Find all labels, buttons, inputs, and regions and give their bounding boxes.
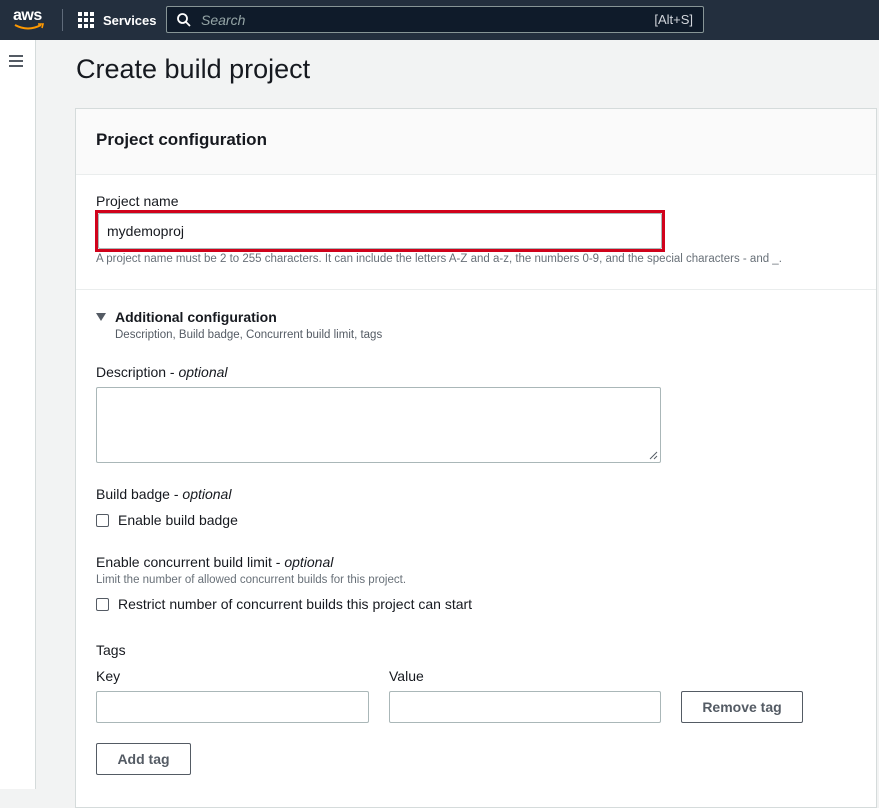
tags-label: Tags	[96, 642, 126, 658]
panel-title: Project configuration	[96, 130, 267, 149]
panel-header: Project configuration	[76, 109, 876, 175]
build-badge-label-text: Build badge -	[96, 486, 183, 502]
concurrent-build-label-text: Enable concurrent build limit -	[96, 554, 285, 570]
additional-configuration-title: Additional configuration	[115, 309, 277, 325]
build-badge-label: Build badge - optional	[96, 486, 231, 502]
description-label-text: Description -	[96, 364, 179, 380]
aws-logo[interactable]: aws	[13, 7, 47, 33]
search-shortcut: [Alt+S]	[654, 12, 693, 27]
project-configuration-panel: Project configuration Project name A pro…	[75, 108, 877, 808]
checkbox-box[interactable]	[96, 597, 109, 611]
search-input[interactable]: Search [Alt+S]	[166, 6, 704, 33]
enable-build-badge-label: Enable build badge	[118, 512, 238, 528]
grid-icon	[78, 12, 94, 28]
services-label: Services	[103, 12, 157, 28]
side-navigation-rail	[0, 40, 36, 789]
menu-icon[interactable]	[9, 55, 23, 70]
concurrent-build-hint: Limit the number of allowed concurrent b…	[96, 574, 407, 586]
page-title: Create build project	[76, 54, 311, 84]
checkbox-box[interactable]	[96, 513, 109, 527]
add-tag-button[interactable]: Add tag	[96, 743, 191, 775]
additional-configuration-subtitle: Description, Build badge, Concurrent bui…	[115, 329, 383, 341]
search-icon	[177, 13, 191, 27]
resize-handle-icon[interactable]	[648, 450, 658, 460]
project-name-input[interactable]	[98, 213, 662, 249]
search-placeholder: Search	[201, 12, 246, 28]
description-optional: optional	[178, 364, 228, 380]
remove-tag-button[interactable]: Remove tag	[681, 691, 803, 723]
top-navigation: aws Services Search [Alt+S]	[0, 0, 879, 40]
concurrent-build-label: Enable concurrent build limit - optional	[96, 554, 333, 570]
tag-value-label: Value	[389, 668, 424, 684]
project-name-hint: A project name must be 2 to 255 characte…	[96, 253, 782, 265]
nav-divider	[62, 9, 63, 31]
concurrent-build-optional: optional	[284, 554, 334, 570]
additional-configuration-toggle[interactable]: Additional configuration	[96, 309, 277, 325]
build-badge-optional: optional	[182, 486, 232, 502]
tag-key-label: Key	[96, 668, 121, 684]
restrict-concurrent-builds-label: Restrict number of concurrent builds thi…	[118, 596, 473, 612]
project-name-label: Project name	[96, 193, 179, 209]
tag-value-input[interactable]	[389, 691, 661, 723]
enable-build-badge-checkbox[interactable]: Enable build badge	[96, 512, 238, 528]
restrict-concurrent-builds-checkbox[interactable]: Restrict number of concurrent builds thi…	[96, 596, 472, 612]
caret-down-icon	[96, 313, 106, 321]
services-menu-button[interactable]: Services	[78, 10, 157, 30]
description-label: Description - optional	[96, 364, 228, 380]
description-textarea[interactable]	[96, 387, 661, 463]
tag-key-input[interactable]	[96, 691, 369, 723]
aws-smile-icon	[14, 23, 45, 30]
section-divider	[76, 289, 876, 290]
